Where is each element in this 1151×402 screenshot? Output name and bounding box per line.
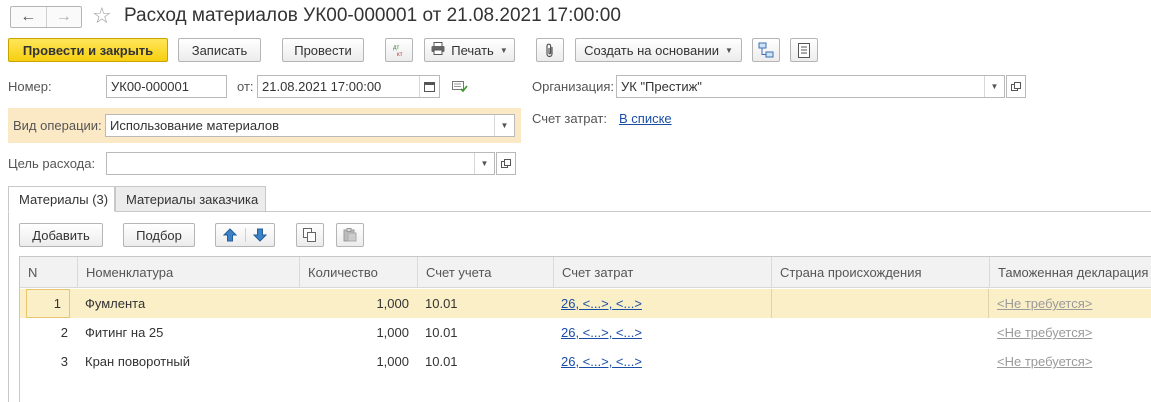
tab-customer-materials[interactable]: Материалы заказчика (115, 186, 266, 212)
number-label: Номер: (8, 79, 52, 94)
row-account: 10.01 (425, 354, 458, 369)
cost-account-link[interactable]: В списке (619, 108, 672, 130)
paperclip-icon[interactable] (536, 38, 564, 62)
open-purpose-icon[interactable] (496, 152, 516, 175)
date-value: 21.08.2021 17:00:00 (262, 79, 382, 94)
cost-account-label: Счет затрат: (532, 111, 607, 126)
table-row[interactable]: 2 Фитинг на 25 1,000 10.01 26, <...>, <.… (20, 318, 1151, 347)
printer-icon (431, 42, 445, 58)
row-number: 1 (26, 289, 70, 318)
print-button[interactable]: Печать ▼ (424, 38, 515, 62)
row-cost-account-link[interactable]: 26, <...>, <...> (553, 289, 771, 318)
edit-checkmark-icon[interactable] (452, 79, 468, 96)
row-declaration-link[interactable]: <Не требуется> (989, 289, 1151, 318)
row-declaration-link[interactable]: <Не требуется> (989, 318, 1151, 347)
create-based-on-label: Создать на основании (584, 42, 719, 58)
row-country[interactable] (771, 289, 989, 318)
purpose-label: Цель расхода: (8, 156, 96, 171)
column-header-country[interactable]: Страна происхождения (771, 257, 989, 288)
calendar-icon[interactable] (419, 76, 439, 97)
chevron-down-icon[interactable]: ▼ (474, 153, 494, 174)
operation-type-field[interactable]: Использование материалов ▼ (105, 114, 515, 137)
tab-materials[interactable]: Материалы (3) (8, 186, 115, 212)
column-header-cost-account[interactable]: Счет затрат (553, 257, 771, 288)
chevron-down-icon: ▼ (499, 45, 508, 55)
table-header: N Номенклатура Количество Счет учета Сче… (20, 257, 1151, 288)
svg-text:кт: кт (397, 52, 403, 58)
report-icon[interactable] (790, 38, 818, 62)
row-country[interactable] (771, 347, 989, 376)
pick-button[interactable]: Подбор (123, 223, 195, 247)
open-organization-icon[interactable] (1006, 75, 1026, 98)
favorite-star-icon[interactable]: ☆ (92, 3, 112, 29)
chevron-down-icon[interactable]: ▼ (984, 76, 1004, 97)
column-header-declaration[interactable]: Таможенная декларация (989, 257, 1151, 288)
row-number: 3 (60, 354, 68, 369)
row-number: 2 (60, 325, 68, 340)
number-field[interactable]: УК00-000001 (106, 75, 227, 98)
column-header-item[interactable]: Номенклатура (77, 257, 299, 288)
copy-icon[interactable] (296, 223, 324, 247)
arrow-up-icon[interactable] (216, 228, 246, 242)
column-header-n[interactable]: N (20, 257, 77, 288)
print-label: Печать (451, 42, 494, 58)
row-quantity: 1,000 (376, 354, 409, 369)
row-declaration-link[interactable]: <Не требуется> (989, 347, 1151, 376)
post-button[interactable]: Провести (282, 38, 364, 62)
forward-arrow-icon[interactable]: → (45, 7, 82, 27)
structure-icon[interactable] (752, 38, 780, 62)
svg-text:дт: дт (393, 45, 400, 51)
date-label: от: (237, 79, 254, 94)
arrow-down-icon[interactable] (246, 228, 275, 242)
purpose-field[interactable]: ▼ (106, 152, 495, 175)
add-button[interactable]: Добавить (19, 223, 103, 247)
row-quantity: 1,000 (376, 325, 409, 340)
table-row[interactable]: 1 Фумлента 1,000 10.01 26, <...>, <...> … (20, 289, 1151, 318)
organization-value: УК "Престиж" (621, 79, 702, 94)
column-header-account[interactable]: Счет учета (417, 257, 553, 288)
save-button[interactable]: Записать (178, 38, 261, 62)
paste-icon[interactable] (336, 223, 364, 247)
row-country[interactable] (771, 318, 989, 347)
back-arrow-icon[interactable]: ← (11, 7, 46, 27)
row-quantity: 1,000 (376, 296, 409, 311)
chevron-down-icon: ▼ (724, 45, 733, 55)
dt-kt-icon[interactable]: дт кт (385, 38, 413, 62)
row-account: 10.01 (425, 325, 458, 340)
table-row[interactable]: 3 Кран поворотный 1,000 10.01 26, <...>,… (20, 347, 1151, 376)
operation-type-label: Вид операции: (13, 118, 102, 133)
chevron-down-icon[interactable]: ▼ (494, 115, 514, 136)
organization-field[interactable]: УК "Престиж" ▼ (616, 75, 1005, 98)
row-cost-account-link[interactable]: 26, <...>, <...> (553, 347, 771, 376)
move-buttons-group (215, 223, 275, 247)
date-field[interactable]: 21.08.2021 17:00:00 (257, 75, 440, 98)
row-account: 10.01 (425, 296, 458, 311)
row-item: Кран поворотный (85, 354, 190, 369)
row-item: Фумлента (85, 296, 146, 311)
organization-label: Организация: (532, 79, 615, 94)
post-and-close-button[interactable]: Провести и закрыть (8, 38, 168, 62)
nav-buttons: ← → (10, 6, 82, 28)
column-header-quantity[interactable]: Количество (299, 257, 417, 288)
page-title: Расход материалов УК00-000001 от 21.08.2… (124, 5, 621, 26)
row-item: Фитинг на 25 (85, 325, 164, 340)
operation-type-value: Использование материалов (110, 118, 280, 133)
create-based-on-button[interactable]: Создать на основании ▼ (575, 38, 742, 62)
row-cost-account-link[interactable]: 26, <...>, <...> (553, 318, 771, 347)
materials-table: N Номенклатура Количество Счет учета Сче… (19, 256, 1151, 402)
